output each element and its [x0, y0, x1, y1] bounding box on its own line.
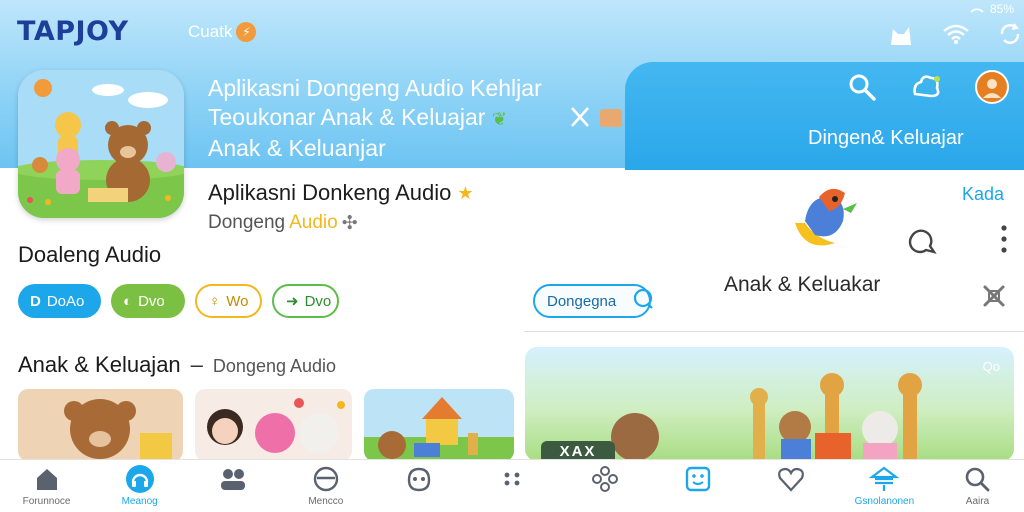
divider: [524, 331, 1024, 332]
nav-item-smile[interactable]: [652, 460, 745, 512]
headphones-icon: [125, 464, 155, 494]
bottom-nav: Forunnoce Meanog Mencco Gsnolanonen Aair…: [0, 459, 1024, 512]
settings-icon[interactable]: [909, 72, 943, 107]
pill-2[interactable]: ◐ Dvo: [111, 284, 185, 318]
pill-1[interactable]: D DoAo: [18, 284, 101, 318]
thumbnail-bear[interactable]: [18, 389, 183, 461]
section-2-title: Anak & Keluajan – Dongeng Audio: [18, 352, 337, 377]
chat-icon: [632, 288, 654, 314]
search-pill[interactable]: Dongegna: [533, 284, 654, 318]
close-icon[interactable]: [980, 282, 1008, 315]
banner-right-icons: [847, 70, 1009, 109]
scissors-icon: [571, 107, 589, 127]
tapjoy-logo[interactable]: TAPJOY: [17, 16, 129, 47]
nav-item-dots[interactable]: [465, 460, 558, 512]
nav-item-flower[interactable]: [559, 460, 652, 512]
users-icon: [218, 464, 248, 494]
top-chip[interactable]: Cuatk ⚡: [188, 22, 257, 42]
thumbnail-row: [18, 389, 514, 461]
play-circle-icon: ◐: [123, 292, 133, 310]
heart-icon: [776, 464, 806, 494]
signal-icon: [970, 2, 984, 16]
lightning-icon: ⚡: [236, 22, 257, 42]
status-bar: 85%: [970, 2, 1014, 16]
puzzle-piece-icon: ✣: [341, 213, 358, 234]
banner-line-2: Teoukonar Anak & Keluajar ❦: [208, 104, 507, 130]
app-subtitle: Dongeng Audio ✣: [208, 212, 358, 234]
bowl-icon: [311, 464, 341, 494]
section-title: Doaleng Audio: [18, 242, 162, 267]
dots-icon: [497, 464, 527, 494]
cat-icon[interactable]: [886, 20, 918, 48]
home-icon: [32, 464, 62, 494]
nav-item-face[interactable]: [372, 460, 465, 512]
nav-item-heart[interactable]: [745, 460, 838, 512]
more-icon[interactable]: [1000, 224, 1008, 259]
featured-card[interactable]: Qo XAX: [525, 347, 1014, 461]
app-title: Aplikasni Donkeng Audio ★: [208, 180, 474, 205]
top-icons: [886, 20, 1024, 48]
top-chip-label: Cuatk: [188, 22, 233, 41]
flower-icon: [590, 464, 620, 494]
leaf-icon: ❦: [491, 109, 507, 129]
battery-percentage: 85%: [989, 2, 1014, 16]
banner-line-1: Aplikasni Dongeng Audio Kehljar: [208, 75, 542, 101]
nav-item-home[interactable]: Forunnoce: [0, 460, 93, 512]
arrow-icon: ➜: [286, 293, 299, 310]
nav-item-bowl[interactable]: Mencco: [279, 460, 372, 512]
featured-label: Qo: [982, 359, 1000, 374]
face-icon: [404, 464, 434, 494]
star-icon: ★: [457, 182, 474, 203]
thumbnail-house[interactable]: [364, 389, 514, 461]
pill-3[interactable]: ♀ Wo: [195, 284, 262, 318]
banner-right-title: Dingen& Keluajar: [808, 127, 964, 149]
app-icon[interactable]: [18, 70, 184, 218]
nav-item-users[interactable]: [186, 460, 279, 512]
banner-text: Aplikasni Dongeng Audio Kehljar Teoukona…: [208, 74, 542, 163]
rotate-icon[interactable]: [994, 20, 1024, 48]
smile-square-icon: [683, 464, 713, 494]
wifi-icon[interactable]: [940, 20, 972, 48]
nav-item-search[interactable]: Aaira: [931, 460, 1024, 512]
featured-tag: XAX: [541, 441, 615, 461]
banner-mid-icons: [568, 104, 628, 135]
banner-line-3: Anak & Keluanjar: [208, 135, 386, 161]
puzzle-icon: [600, 109, 622, 127]
d-icon: D: [30, 292, 41, 310]
right-caption: Anak & Keluakar: [724, 273, 881, 296]
tag-icon[interactable]: [906, 222, 940, 261]
pill-4[interactable]: ➜ Dvo: [272, 284, 339, 318]
search-icon[interactable]: [847, 72, 877, 107]
right-icons: [906, 222, 1008, 261]
thumbnail-girl[interactable]: [195, 389, 352, 461]
category-pills: D DoAo ◐ Dvo ♀ Wo ➜ Dvo: [18, 284, 339, 318]
avatar[interactable]: [975, 70, 1009, 109]
app-icon-illustration: [18, 70, 184, 218]
parrot-logo: [785, 183, 865, 258]
nav-item-tent[interactable]: Gsnolanonen: [838, 460, 931, 512]
right-link[interactable]: Kada: [962, 184, 1004, 205]
tent-icon: [869, 464, 900, 494]
nav-item-music[interactable]: Meanog: [93, 460, 186, 512]
pin-icon: ♀: [209, 292, 221, 310]
search-icon: [962, 464, 992, 494]
